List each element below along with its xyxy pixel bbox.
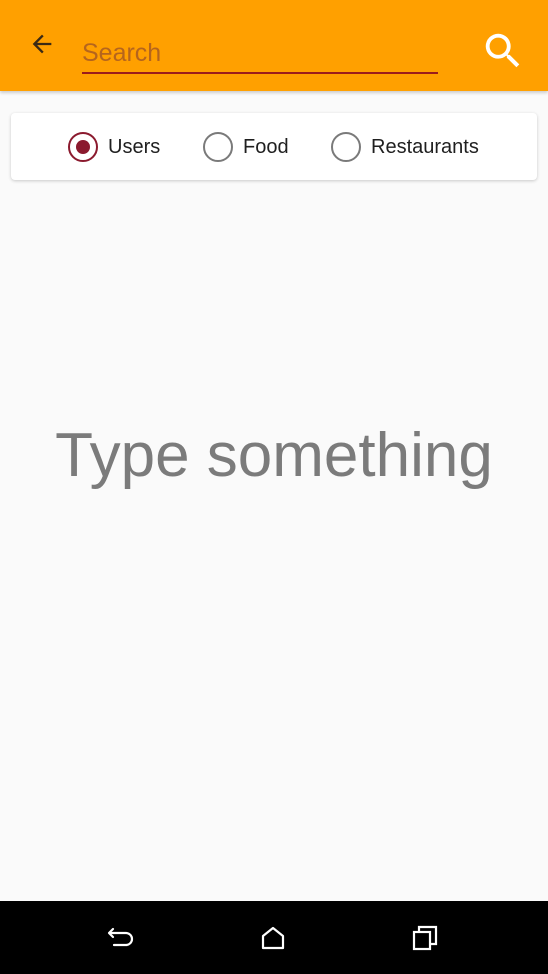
- nav-home-icon: [261, 926, 285, 950]
- arrow-left-icon: [32, 34, 52, 54]
- radio-restaurants-label: Restaurants: [371, 135, 479, 158]
- radio-restaurants[interactable]: Restaurants: [331, 131, 479, 163]
- app-screen: Users Food Restaurants Type something: [0, 0, 548, 974]
- radio-food-label: Food: [243, 135, 289, 158]
- radio-users[interactable]: Users: [68, 131, 160, 163]
- search-type-selector: Users Food Restaurants: [11, 113, 537, 180]
- system-navigation-bar: [0, 901, 548, 974]
- search-button[interactable]: [478, 26, 528, 76]
- search-underline: [82, 72, 438, 74]
- radio-unchecked-icon: [203, 132, 233, 162]
- magnifier-icon: [485, 33, 520, 68]
- search-input[interactable]: [82, 26, 438, 72]
- back-button[interactable]: [22, 24, 62, 64]
- radio-food[interactable]: Food: [203, 131, 289, 163]
- nav-recents-button[interactable]: [408, 921, 442, 955]
- radio-users-label: Users: [108, 135, 161, 158]
- nav-back-button[interactable]: [104, 921, 138, 955]
- radio-unchecked-icon: [331, 132, 361, 162]
- radio-dot: [75, 139, 90, 154]
- nav-recents-icon: [412, 925, 438, 951]
- radio-checked-icon: [68, 132, 98, 162]
- nav-back-icon: [107, 927, 134, 947]
- empty-state-message: Type something: [55, 421, 493, 490]
- search-field[interactable]: [82, 26, 438, 74]
- nav-home-button[interactable]: [256, 921, 290, 955]
- top-app-bar: [0, 0, 548, 91]
